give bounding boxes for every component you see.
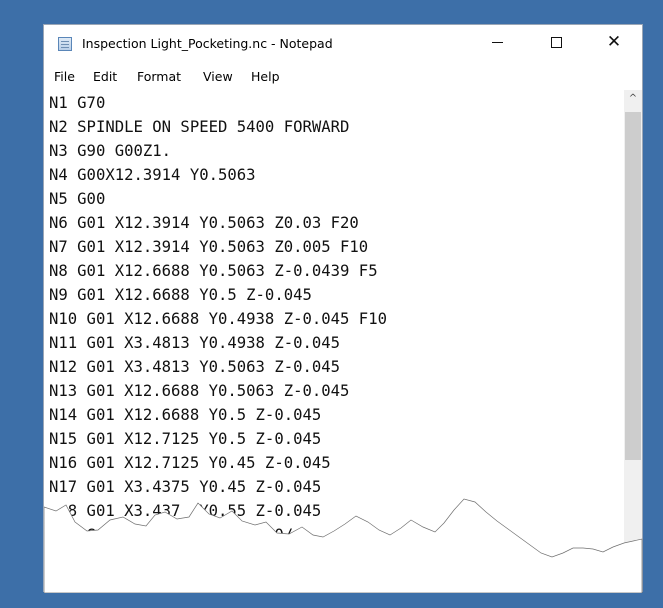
code-line: N2 SPINDLE ON SPEED 5400 FORWARD — [49, 118, 350, 136]
vertical-scrollbar[interactable]: ^ — [624, 90, 642, 590]
menu-view[interactable]: View — [203, 69, 233, 84]
code-line: N17 G01 X3.4375 Y0.45 Z-0.045 — [49, 478, 322, 496]
code-line: N7 G01 X12.3914 Y0.5063 Z0.005 F10 — [49, 238, 369, 256]
close-button[interactable]: ✕ — [587, 25, 641, 59]
code-line: N16 G01 X12.7125 Y0.45 Z-0.045 — [49, 454, 331, 472]
menu-edit[interactable]: Edit — [93, 69, 117, 84]
menu-file[interactable]: File — [54, 69, 75, 84]
notepad-icon — [58, 37, 72, 51]
code-line: N6 G01 X12.3914 Y0.5063 Z0.03 F20 — [49, 214, 359, 232]
window-title: Inspection Light_Pocketing.nc - Notepad — [82, 36, 333, 51]
minimize-icon — [491, 41, 503, 43]
title-bar[interactable]: Inspection Light_Pocketing.nc - Notepad … — [44, 25, 642, 61]
code-line: G01 .55 ).0/ — [49, 526, 294, 544]
code-line: N13 G01 X12.6688 Y0.5063 Z-0.045 — [49, 382, 350, 400]
code-line: 8 G01 X3.437 Y0.55 Z-0.045 — [49, 502, 322, 520]
maximize-button[interactable] — [529, 25, 583, 59]
maximize-icon — [550, 36, 562, 48]
code-line: N5 G00 — [49, 190, 106, 208]
code-line: N11 G01 X3.4813 Y0.4938 Z-0.045 — [49, 334, 341, 352]
code-line: N8 G01 X12.6688 Y0.5063 Z-0.0439 F5 — [49, 262, 378, 280]
scroll-thumb[interactable] — [625, 112, 641, 460]
text-editor[interactable]: N1 G70 N2 SPINDLE ON SPEED 5400 FORWARD … — [44, 83, 624, 583]
code-line: N12 G01 X3.4813 Y0.5063 Z-0.045 — [49, 358, 341, 376]
notepad-window: Inspection Light_Pocketing.nc - Notepad … — [43, 24, 643, 593]
menu-bar: File Edit Format View Help — [44, 61, 642, 84]
code-line: N3 G90 G00Z1. — [49, 142, 172, 160]
code-line: N9 G01 X12.6688 Y0.5 Z-0.045 — [49, 286, 312, 304]
code-line: N10 G01 X12.6688 Y0.4938 Z-0.045 F10 — [49, 310, 387, 328]
close-icon: ✕ — [606, 32, 622, 52]
minimize-button[interactable] — [470, 25, 524, 59]
code-line: N4 G00X12.3914 Y0.5063 — [49, 166, 256, 184]
code-line: N14 G01 X12.6688 Y0.5 Z-0.045 — [49, 406, 322, 424]
code-line: N15 G01 X12.7125 Y0.5 Z-0.045 — [49, 430, 322, 448]
menu-help[interactable]: Help — [251, 69, 280, 84]
scroll-up-icon[interactable]: ^ — [624, 90, 642, 106]
code-line: N1 G70 — [49, 94, 106, 112]
menu-format[interactable]: Format — [137, 69, 181, 84]
